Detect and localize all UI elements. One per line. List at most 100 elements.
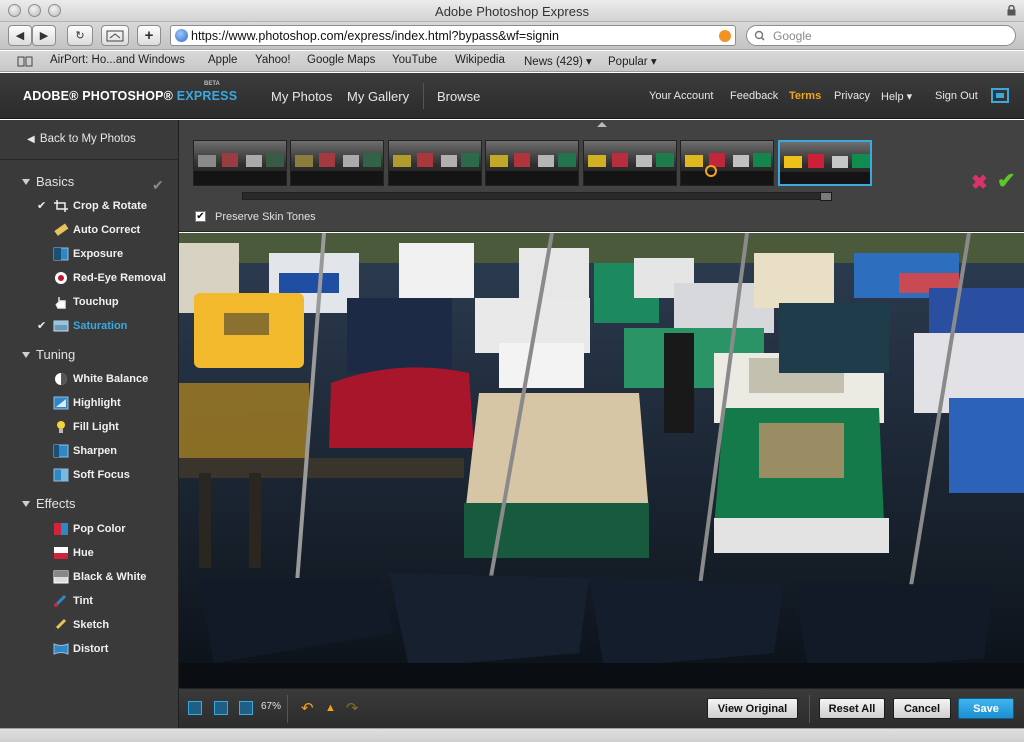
app-logo[interactable]: ADOBE® PHOTOSHOP® EXPRESS bbox=[23, 89, 237, 103]
tool-white-balance[interactable]: White Balance bbox=[0, 370, 179, 390]
tool-auto-correct[interactable]: Auto Correct bbox=[0, 221, 179, 241]
tool-label: Highlight bbox=[73, 397, 121, 409]
zoom-level: 67% bbox=[261, 701, 282, 712]
preserve-skin-tones-checkbox[interactable]: ✔ bbox=[195, 211, 206, 222]
nav-my-photos[interactable]: My Photos bbox=[271, 89, 332, 104]
undo-icon[interactable]: ↶ bbox=[301, 699, 314, 717]
link-terms[interactable]: Terms bbox=[789, 90, 821, 102]
harbor-photo bbox=[179, 233, 1024, 688]
tool-black-white[interactable]: Black & White bbox=[0, 568, 179, 588]
bookmark-item[interactable]: Wikipedia bbox=[455, 54, 505, 66]
wand-icon bbox=[54, 223, 69, 236]
section-done-check-icon: ✔ bbox=[152, 177, 164, 193]
section-tuning[interactable]: Tuning bbox=[22, 347, 75, 362]
section-title: Basics bbox=[36, 174, 75, 189]
variation-thumbnail[interactable] bbox=[485, 140, 579, 186]
variation-thumbnail[interactable] bbox=[290, 140, 384, 186]
tool-distort[interactable]: Distort bbox=[0, 640, 179, 660]
tool-crop-rotate[interactable]: ✔ Crop & Rotate bbox=[0, 197, 179, 217]
logo-express-text: EXPRESS bbox=[176, 89, 238, 103]
tool-red-eye-removal[interactable]: Red-Eye Removal bbox=[0, 269, 179, 289]
save-button[interactable]: Save bbox=[958, 698, 1014, 719]
tool-label: Distort bbox=[73, 643, 109, 655]
forward-button[interactable]: ▶ bbox=[32, 25, 56, 46]
reject-icon[interactable]: ✖ bbox=[971, 170, 988, 195]
red-eye-icon bbox=[55, 272, 67, 284]
tool-soft-focus[interactable]: Soft Focus bbox=[0, 466, 179, 486]
bookmark-item[interactable]: Popular ▾ bbox=[608, 54, 657, 68]
applied-check-icon: ✔ bbox=[37, 320, 47, 332]
variation-thumbnail[interactable] bbox=[583, 140, 677, 186]
tool-hue[interactable]: Hue bbox=[0, 544, 179, 564]
black-white-icon bbox=[53, 570, 69, 584]
bookmark-item[interactable]: Yahoo! bbox=[255, 54, 291, 66]
expand-triangle-icon bbox=[22, 351, 30, 358]
redo-icon[interactable]: ↷ bbox=[346, 699, 359, 717]
highlight-icon bbox=[53, 396, 69, 410]
bookmark-item[interactable]: News (429) ▾ bbox=[524, 54, 592, 68]
collapse-arrow-icon[interactable] bbox=[597, 122, 607, 127]
rss-icon[interactable] bbox=[719, 30, 731, 42]
tool-highlight[interactable]: Highlight bbox=[0, 394, 179, 414]
filmstrip-scroll-handle[interactable] bbox=[820, 192, 832, 201]
address-bar[interactable]: https://www.photoshop.com/express/index.… bbox=[170, 25, 736, 46]
zoom-in-icon[interactable] bbox=[239, 701, 253, 715]
tool-saturation[interactable]: ✔ Saturation bbox=[0, 317, 179, 337]
back-to-my-photos-link[interactable]: ◀ Back to My Photos bbox=[27, 133, 136, 145]
zoom-fit-icon[interactable] bbox=[188, 701, 202, 715]
section-effects[interactable]: Effects bbox=[22, 496, 76, 511]
browser-title-bar: Adobe Photoshop Express bbox=[0, 0, 1024, 22]
variation-thumbnail[interactable] bbox=[680, 140, 774, 186]
variation-thumbnail[interactable] bbox=[193, 140, 287, 186]
link-privacy[interactable]: Privacy bbox=[834, 90, 870, 102]
view-original-button[interactable]: View Original bbox=[707, 698, 798, 719]
zoom-actual-icon[interactable] bbox=[214, 701, 228, 715]
search-placeholder: Google bbox=[773, 29, 812, 43]
tool-fill-light[interactable]: Fill Light bbox=[0, 418, 179, 438]
bookmark-item[interactable]: AirPort: Ho...and Windows bbox=[50, 54, 185, 66]
bookmark-item[interactable]: YouTube bbox=[392, 54, 437, 66]
url-text: https://www.photoshop.com/express/index.… bbox=[191, 29, 559, 43]
variation-thumbnail-selected[interactable] bbox=[778, 140, 872, 186]
link-help[interactable]: Help ▾ bbox=[881, 90, 912, 103]
accept-icon[interactable]: ✔ bbox=[997, 168, 1015, 194]
section-basics[interactable]: Basics bbox=[22, 174, 74, 189]
fullscreen-icon[interactable] bbox=[991, 88, 1009, 103]
history-up-icon[interactable]: ▲ bbox=[325, 702, 336, 714]
sketch-icon bbox=[53, 618, 67, 632]
applied-check-icon: ✔ bbox=[37, 200, 47, 212]
bookmark-item[interactable]: Apple bbox=[208, 54, 237, 66]
tool-sketch[interactable]: Sketch bbox=[0, 616, 179, 636]
back-button[interactable]: ◀ bbox=[8, 25, 32, 46]
reload-button[interactable]: ↻ bbox=[67, 25, 93, 46]
tool-label: Crop & Rotate bbox=[73, 200, 147, 212]
nav-my-gallery[interactable]: My Gallery bbox=[347, 89, 409, 104]
photo-canvas[interactable] bbox=[179, 233, 1024, 688]
tool-label: Touchup bbox=[73, 296, 119, 308]
tool-exposure[interactable]: Exposure bbox=[0, 245, 179, 265]
toolbar-divider bbox=[287, 695, 288, 723]
bookmark-item[interactable]: Google Maps bbox=[307, 54, 375, 66]
crop-icon bbox=[54, 200, 68, 212]
tool-touchup[interactable]: Touchup bbox=[0, 293, 179, 313]
section-title: Effects bbox=[36, 496, 76, 511]
new-tab-button[interactable]: + bbox=[137, 25, 161, 46]
tool-pop-color[interactable]: Pop Color bbox=[0, 520, 179, 540]
link-your-account[interactable]: Your Account bbox=[649, 90, 713, 102]
tool-label: Black & White bbox=[73, 571, 147, 583]
original-marker-icon bbox=[705, 165, 717, 177]
link-sign-out[interactable]: Sign Out bbox=[935, 90, 978, 102]
nav-browse[interactable]: Browse bbox=[437, 89, 480, 104]
snapback-button[interactable] bbox=[101, 25, 129, 46]
link-feedback[interactable]: Feedback bbox=[730, 90, 778, 102]
tool-tint[interactable]: Tint bbox=[0, 592, 179, 612]
nav-divider bbox=[423, 83, 424, 109]
search-input[interactable]: Google bbox=[746, 25, 1016, 46]
cancel-button[interactable]: Cancel bbox=[893, 698, 951, 719]
tool-sharpen[interactable]: Sharpen bbox=[0, 442, 179, 462]
reset-all-button[interactable]: Reset All bbox=[819, 698, 885, 719]
variation-thumbnail[interactable] bbox=[388, 140, 482, 186]
filmstrip-scrollbar[interactable] bbox=[242, 192, 832, 200]
app-header: ADOBE® PHOTOSHOP® EXPRESS BETA My Photos… bbox=[0, 73, 1024, 119]
snapback-icon bbox=[106, 30, 124, 41]
